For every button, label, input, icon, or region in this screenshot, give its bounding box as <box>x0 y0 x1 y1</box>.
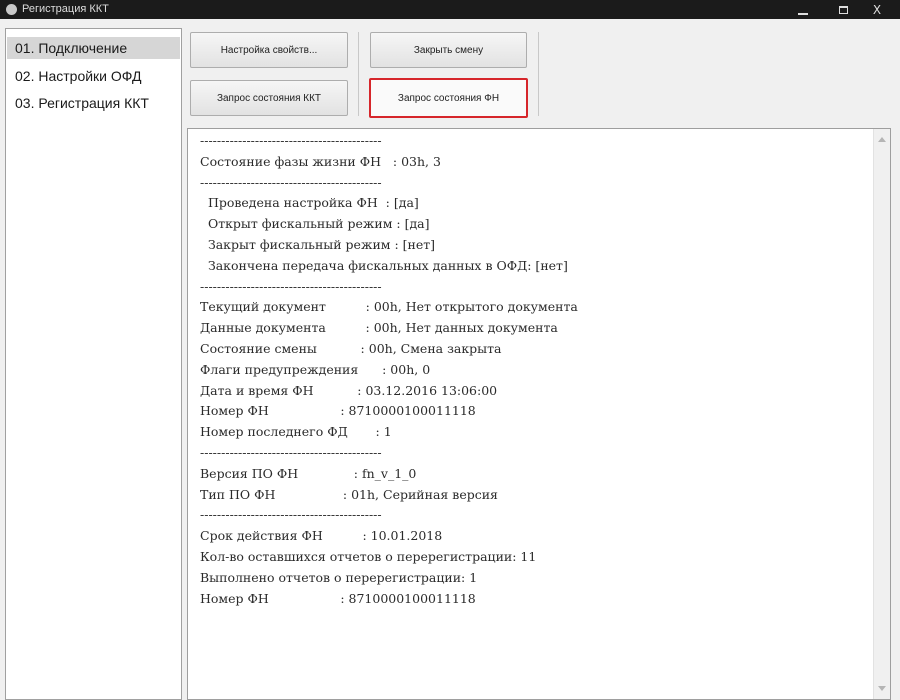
toolbar-separator <box>538 32 539 116</box>
output-line: Тип ПО ФН : 01h, Серийная версия <box>200 486 498 502</box>
minimize-icon <box>798 12 808 15</box>
scroll-down-icon[interactable] <box>878 686 886 691</box>
maximize-icon <box>838 5 848 14</box>
close-shift-button[interactable]: Закрыть смену <box>370 32 527 68</box>
nav-item-connection[interactable]: 01. Подключение <box>7 37 180 59</box>
fn-status-button[interactable]: Запрос состояния ФН <box>369 78 528 118</box>
output-line: Номер ФН : 8710000100011118 <box>200 403 476 419</box>
vertical-scrollbar[interactable] <box>873 129 890 699</box>
output-line: Дата и время ФН : 03.12.2016 13:06:00 <box>200 382 498 398</box>
output-line: ----------------------------------------… <box>200 133 382 148</box>
output-line: Проведена настройка ФН : [да] <box>200 195 419 211</box>
title-bar: Регистрация ККТ X <box>0 0 900 19</box>
maximize-button[interactable] <box>828 0 858 19</box>
output-line: Открыт фискальный режим : [да] <box>200 216 430 232</box>
output-line: Состояние фазы жизни ФН : 03h, 3 <box>200 153 441 169</box>
output-line: Кол-во оставшихся отчетов о перерегистра… <box>200 548 537 564</box>
output-line: Флаги предупреждения : 00h, 0 <box>200 361 431 377</box>
output-line: Срок действия ФН : 10.01.2018 <box>200 528 443 544</box>
close-button[interactable]: X <box>862 0 892 19</box>
output-line: ----------------------------------------… <box>200 174 382 190</box>
kkt-status-button[interactable]: Запрос состояния ККТ <box>190 80 348 116</box>
output-line: ----------------------------------------… <box>200 507 382 523</box>
app-icon <box>6 4 17 15</box>
output-line: Состояние смены : 00h, Смена закрыта <box>200 340 502 356</box>
output-line: Закрыт фискальный режим : [нет] <box>200 236 436 252</box>
window-title: Регистрация ККТ <box>22 3 109 15</box>
close-icon: X <box>872 2 882 17</box>
scroll-up-icon[interactable] <box>878 137 886 142</box>
toolbar-separator <box>358 32 359 116</box>
output-line: Данные документа : 00h, Нет данных докум… <box>200 320 558 336</box>
output-line: Номер ФН : 8710000100011118 <box>200 590 476 606</box>
status-output-text: ----------------------------------------… <box>200 131 578 609</box>
nav-list: 01. Подключение 02. Настройки ОФД 03. Ре… <box>5 28 182 700</box>
output-line: ----------------------------------------… <box>200 278 382 294</box>
nav-item-kkt-registration[interactable]: 03. Регистрация ККТ <box>7 92 180 114</box>
nav-item-ofd-settings[interactable]: 02. Настройки ОФД <box>7 65 180 87</box>
output-line: ----------------------------------------… <box>200 444 382 460</box>
output-line: Текущий документ : 00h, Нет открытого до… <box>200 299 578 315</box>
output-line: Версия ПО ФН : fn_v_1_0 <box>200 465 417 481</box>
output-line: Номер последнего ФД : 1 <box>200 424 392 440</box>
output-line: Выполнено отчетов о перерегистрации: 1 <box>200 569 478 585</box>
settings-button[interactable]: Настройка свойств... <box>190 32 348 68</box>
minimize-button[interactable] <box>788 0 818 19</box>
output-line: Закончена передача фискальных данных в О… <box>200 257 568 273</box>
status-output[interactable]: ----------------------------------------… <box>187 128 891 700</box>
